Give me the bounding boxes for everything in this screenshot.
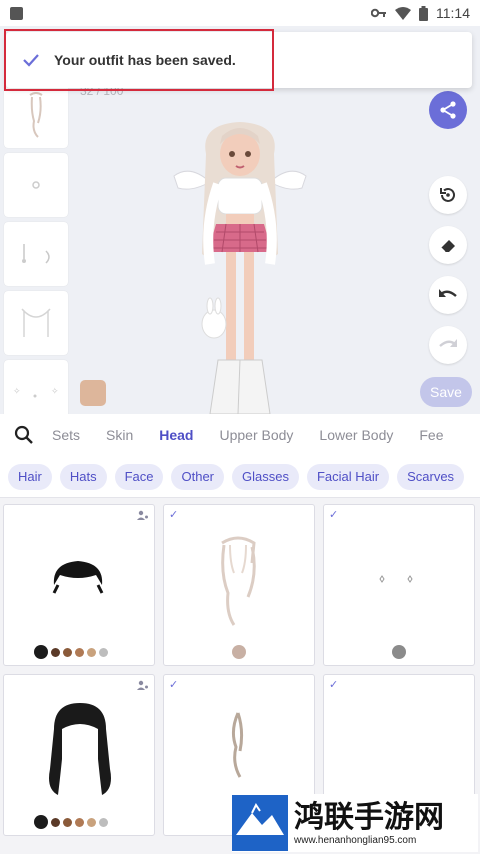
worn-item-necklace[interactable] bbox=[4, 291, 68, 355]
history-icon bbox=[440, 187, 455, 202]
share-button[interactable] bbox=[429, 91, 467, 129]
chip-facial-hair[interactable]: Facial Hair bbox=[306, 463, 390, 490]
tab-feet[interactable]: Fee bbox=[419, 427, 443, 443]
svg-text:✧: ✧ bbox=[13, 386, 21, 396]
category-tabs: Sets Skin Head Upper Body Lower Body Fee bbox=[0, 414, 480, 456]
color-option[interactable] bbox=[51, 647, 60, 657]
chip-glasses[interactable]: Glasses bbox=[232, 463, 299, 490]
selected-check-icon: ✓ bbox=[329, 679, 339, 691]
battery-icon bbox=[419, 5, 428, 21]
color-option[interactable] bbox=[34, 645, 48, 659]
color-options bbox=[34, 645, 108, 659]
chip-face[interactable]: Face bbox=[114, 463, 164, 490]
eraser-button[interactable] bbox=[429, 226, 467, 264]
worn-item-accessory[interactable] bbox=[4, 153, 68, 217]
avatar-figure bbox=[173, 122, 307, 414]
selected-check-icon: ✓ bbox=[329, 509, 339, 521]
person-icon bbox=[137, 680, 148, 690]
hair-wisp-thumb bbox=[231, 712, 244, 778]
worn-item-earrings[interactable] bbox=[4, 222, 68, 286]
eraser-icon bbox=[440, 240, 455, 253]
undo-icon bbox=[439, 289, 457, 297]
color-option[interactable] bbox=[75, 817, 84, 827]
color-option[interactable] bbox=[63, 817, 72, 827]
undo-button[interactable] bbox=[429, 276, 467, 314]
chip-hair[interactable]: Hair bbox=[8, 463, 52, 490]
save-button[interactable]: Save bbox=[420, 377, 472, 407]
logo-icon bbox=[232, 795, 288, 851]
color-option[interactable] bbox=[232, 645, 246, 659]
wifi-icon bbox=[395, 6, 411, 20]
worn-item-hair[interactable] bbox=[4, 84, 68, 148]
tab-head[interactable]: Head bbox=[159, 427, 193, 443]
hair-short-black-thumb bbox=[52, 561, 104, 594]
color-option[interactable] bbox=[75, 647, 84, 657]
worn-items-column: ✧ ✧ bbox=[4, 84, 70, 429]
clock: 11:14 bbox=[436, 5, 470, 21]
item-card[interactable] bbox=[3, 504, 155, 666]
color-option[interactable] bbox=[51, 817, 60, 827]
face-sparkles-thumb bbox=[379, 575, 413, 583]
share-icon bbox=[440, 101, 456, 119]
skin-color-swatch[interactable] bbox=[80, 380, 106, 406]
watermark-title: 鸿联手游网 bbox=[294, 799, 444, 835]
hair-long-black-thumb bbox=[49, 703, 111, 795]
color-option[interactable] bbox=[63, 647, 72, 657]
color-options bbox=[34, 815, 108, 829]
hair-long-blonde-thumb bbox=[221, 536, 256, 626]
reset-button[interactable] bbox=[429, 176, 467, 214]
color-option[interactable] bbox=[34, 815, 48, 829]
chip-other[interactable]: Other bbox=[171, 463, 224, 490]
redo-icon bbox=[439, 339, 457, 347]
color-option[interactable] bbox=[99, 817, 108, 827]
item-card[interactable] bbox=[3, 674, 155, 836]
person-icon bbox=[137, 510, 148, 520]
key-icon bbox=[371, 8, 386, 18]
color-option[interactable] bbox=[99, 647, 108, 657]
chip-hats[interactable]: Hats bbox=[59, 463, 107, 490]
color-option[interactable] bbox=[392, 645, 406, 659]
color-option[interactable] bbox=[87, 817, 96, 827]
toast-highlight-box bbox=[4, 29, 274, 91]
notification-icon bbox=[10, 6, 23, 20]
selected-check-icon: ✓ bbox=[169, 679, 179, 691]
tab-sets[interactable]: Sets bbox=[52, 427, 80, 443]
search-button[interactable] bbox=[4, 425, 44, 445]
item-card[interactable]: ✓ bbox=[323, 504, 475, 666]
color-option[interactable] bbox=[87, 647, 96, 657]
chip-scarves[interactable]: Scarves bbox=[397, 463, 465, 490]
tab-upper-body[interactable]: Upper Body bbox=[219, 427, 293, 443]
redo-button[interactable] bbox=[429, 326, 467, 364]
watermark-url: www.henanhonglian95.com bbox=[294, 834, 417, 846]
subcategory-chips: Hair Hats Face Other Glasses Facial Hair… bbox=[0, 456, 480, 498]
svg-text:✧: ✧ bbox=[51, 386, 59, 396]
watermark: 鸿联手游网 www.henanhonglian95.com bbox=[232, 794, 478, 852]
item-card[interactable]: ✓ bbox=[163, 504, 315, 666]
search-icon bbox=[14, 425, 33, 444]
status-bar: 11:14 bbox=[0, 0, 480, 26]
tab-skin[interactable]: Skin bbox=[106, 427, 133, 443]
selected-check-icon: ✓ bbox=[169, 509, 179, 521]
tab-lower-body[interactable]: Lower Body bbox=[319, 427, 393, 443]
